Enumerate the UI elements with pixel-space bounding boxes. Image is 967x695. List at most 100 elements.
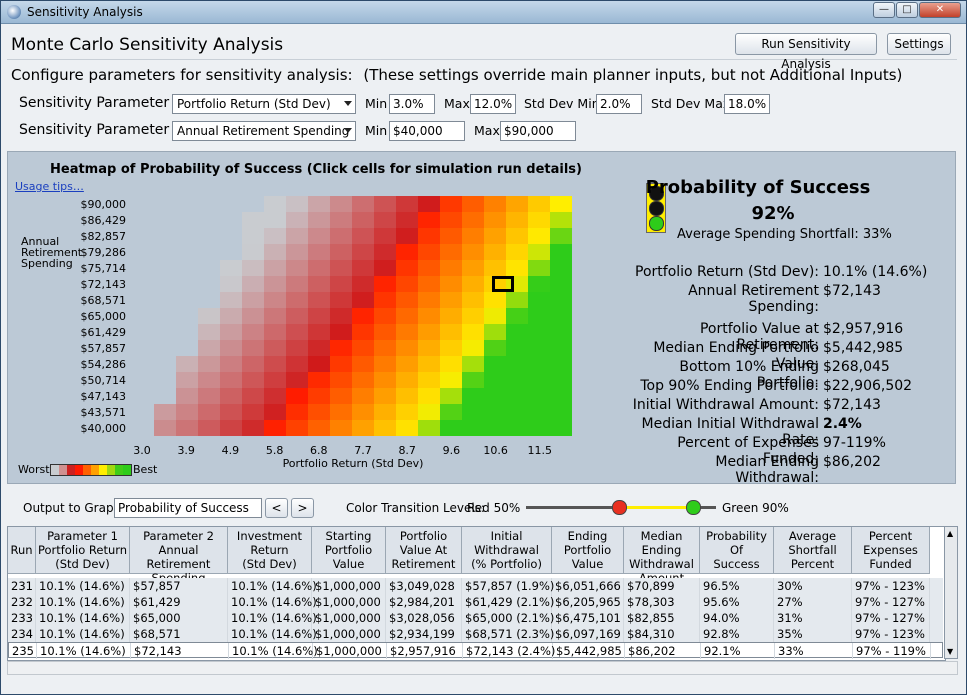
column-header[interactable]: Investment Return (Std Dev) bbox=[228, 527, 312, 574]
heatmap-cell[interactable] bbox=[220, 196, 242, 212]
heatmap-cell[interactable] bbox=[198, 228, 220, 244]
heatmap-cell[interactable] bbox=[132, 260, 154, 276]
heatmap-cell[interactable] bbox=[462, 420, 484, 436]
heatmap-cell[interactable] bbox=[506, 260, 528, 276]
heatmap-cell[interactable] bbox=[550, 212, 572, 228]
heatmap-cell[interactable] bbox=[440, 372, 462, 388]
heatmap-cell[interactable] bbox=[374, 244, 396, 260]
heatmap-cell[interactable] bbox=[506, 388, 528, 404]
heatmap-cell[interactable] bbox=[220, 356, 242, 372]
heatmap-cell[interactable] bbox=[528, 228, 550, 244]
heatmap-cell[interactable] bbox=[264, 372, 286, 388]
heatmap-cell[interactable] bbox=[418, 260, 440, 276]
heatmap-cell[interactable] bbox=[374, 388, 396, 404]
heatmap-cell[interactable] bbox=[484, 212, 506, 228]
heatmap-cell[interactable] bbox=[528, 292, 550, 308]
heatmap-cell[interactable] bbox=[462, 356, 484, 372]
heatmap-cell[interactable] bbox=[220, 228, 242, 244]
heatmap-cell[interactable] bbox=[440, 324, 462, 340]
heatmap-cell[interactable] bbox=[154, 212, 176, 228]
heatmap-cell[interactable] bbox=[440, 356, 462, 372]
heatmap-cell[interactable] bbox=[462, 276, 484, 292]
heatmap-cell[interactable] bbox=[418, 196, 440, 212]
heatmap-cell[interactable] bbox=[264, 196, 286, 212]
column-header[interactable]: Ending Portfolio Value bbox=[552, 527, 624, 574]
heatmap-cell[interactable] bbox=[242, 372, 264, 388]
heatmap-cell[interactable] bbox=[154, 260, 176, 276]
selected-cell-marker[interactable] bbox=[492, 276, 514, 292]
heatmap-cell[interactable] bbox=[154, 340, 176, 356]
heatmap-cell[interactable] bbox=[528, 244, 550, 260]
maximize-button[interactable]: □ bbox=[896, 2, 918, 18]
heatmap-cell[interactable] bbox=[396, 292, 418, 308]
heatmap-cell[interactable] bbox=[550, 228, 572, 244]
heatmap-cell[interactable] bbox=[528, 340, 550, 356]
heatmap-cell[interactable] bbox=[176, 404, 198, 420]
heatmap-cell[interactable] bbox=[484, 196, 506, 212]
heatmap-cell[interactable] bbox=[220, 420, 242, 436]
heatmap-cell[interactable] bbox=[132, 404, 154, 420]
heatmap-cell[interactable] bbox=[462, 340, 484, 356]
table-row[interactable]: 232 10.1% (14.6%) $61,429 10.1% (14.6%) $1,0… bbox=[8, 594, 943, 610]
heatmap-cell[interactable] bbox=[198, 404, 220, 420]
heatmap-cell[interactable] bbox=[176, 196, 198, 212]
heatmap-cell[interactable] bbox=[396, 308, 418, 324]
heatmap-cell[interactable] bbox=[396, 276, 418, 292]
heatmap-cell[interactable] bbox=[198, 292, 220, 308]
scroll-up-icon[interactable]: ▲ bbox=[947, 529, 953, 538]
heatmap-cell[interactable] bbox=[528, 276, 550, 292]
param1-min-input[interactable]: 3.0% bbox=[389, 94, 435, 114]
heatmap-cell[interactable] bbox=[374, 260, 396, 276]
heatmap-cell[interactable] bbox=[528, 324, 550, 340]
heatmap-cell[interactable] bbox=[374, 292, 396, 308]
heatmap-cell[interactable] bbox=[462, 260, 484, 276]
column-header[interactable]: Parameter 1 Portfolio Return (Std Dev) bbox=[36, 527, 130, 574]
heatmap-cell[interactable] bbox=[330, 276, 352, 292]
column-header[interactable]: Median EndingWithdrawalAmount bbox=[624, 527, 700, 585]
heatmap-cell[interactable] bbox=[330, 260, 352, 276]
param2-select[interactable]: Annual Retirement Spending bbox=[172, 121, 356, 141]
heatmap-cell[interactable] bbox=[176, 388, 198, 404]
heatmap-cell[interactable] bbox=[286, 244, 308, 260]
heatmap-cell[interactable] bbox=[550, 420, 572, 436]
heatmap-cell[interactable] bbox=[154, 228, 176, 244]
heatmap-cell[interactable] bbox=[308, 420, 330, 436]
heatmap-cell[interactable] bbox=[352, 356, 374, 372]
heatmap-cell[interactable] bbox=[242, 356, 264, 372]
heatmap-cell[interactable] bbox=[506, 212, 528, 228]
heatmap-cell[interactable] bbox=[462, 292, 484, 308]
heatmap-cell[interactable] bbox=[352, 372, 374, 388]
heatmap-cell[interactable] bbox=[440, 340, 462, 356]
heatmap-cell[interactable] bbox=[264, 340, 286, 356]
heatmap-cell[interactable] bbox=[264, 212, 286, 228]
heatmap-cell[interactable] bbox=[440, 244, 462, 260]
heatmap-cell[interactable] bbox=[308, 212, 330, 228]
heatmap-cell[interactable] bbox=[198, 308, 220, 324]
heatmap-cell[interactable] bbox=[484, 292, 506, 308]
heatmap-cell[interactable] bbox=[550, 292, 572, 308]
heatmap-cell[interactable] bbox=[198, 372, 220, 388]
heatmap-cell[interactable] bbox=[396, 388, 418, 404]
heatmap-cell[interactable] bbox=[374, 228, 396, 244]
heatmap-cell[interactable] bbox=[132, 196, 154, 212]
heatmap-cell[interactable] bbox=[132, 212, 154, 228]
heatmap-cell[interactable] bbox=[242, 420, 264, 436]
heatmap-cell[interactable] bbox=[220, 308, 242, 324]
heatmap-cell[interactable] bbox=[506, 228, 528, 244]
heatmap-cell[interactable] bbox=[330, 324, 352, 340]
heatmap-cell[interactable] bbox=[462, 388, 484, 404]
heatmap-cell[interactable] bbox=[220, 212, 242, 228]
heatmap-cell[interactable] bbox=[330, 372, 352, 388]
heatmap-cell[interactable] bbox=[396, 420, 418, 436]
heatmap-cell[interactable] bbox=[440, 308, 462, 324]
heatmap-cell[interactable] bbox=[308, 340, 330, 356]
heatmap-cell[interactable] bbox=[550, 372, 572, 388]
heatmap-cell[interactable] bbox=[198, 388, 220, 404]
heatmap-cell[interactable] bbox=[242, 228, 264, 244]
param2-min-input[interactable]: $40,000 bbox=[389, 121, 465, 141]
heatmap-cell[interactable] bbox=[418, 276, 440, 292]
heatmap-cell[interactable] bbox=[132, 292, 154, 308]
heatmap-cell[interactable] bbox=[154, 292, 176, 308]
heatmap-cell[interactable] bbox=[198, 244, 220, 260]
heatmap-cell[interactable] bbox=[176, 420, 198, 436]
